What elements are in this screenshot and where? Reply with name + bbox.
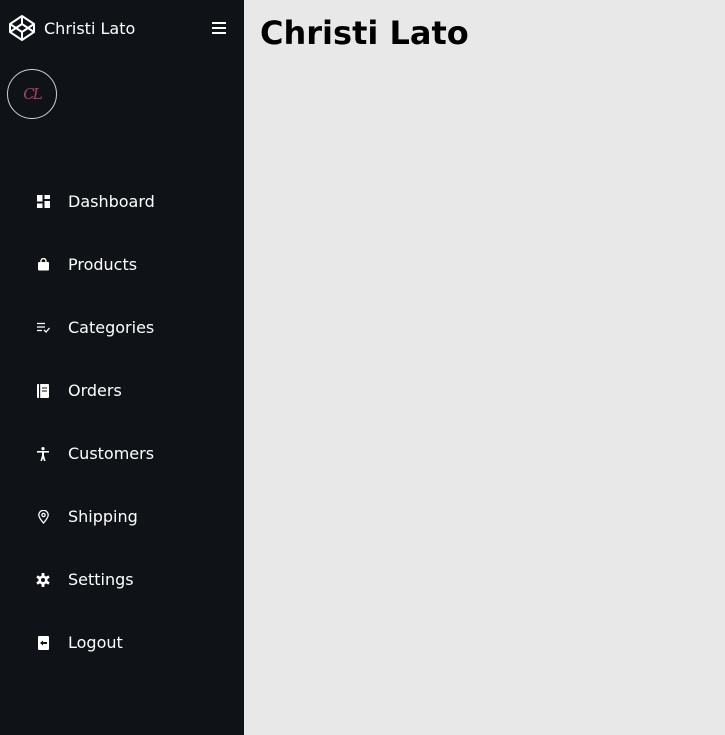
main-content: Christi Lato [244, 0, 725, 735]
sidebar-item-logout[interactable]: Logout [0, 611, 244, 674]
shopping-bag-icon [34, 256, 52, 274]
sidebar-item-categories[interactable]: Categories [0, 296, 244, 359]
sidebar-item-label: Orders [68, 381, 122, 400]
codepen-icon [8, 14, 36, 42]
avatar[interactable]: CL [7, 69, 57, 119]
sidebar-item-dashboard[interactable]: Dashboard [0, 170, 244, 233]
sidebar-item-label: Settings [68, 570, 134, 589]
brand-name: Christi Lato [44, 18, 136, 38]
page-title: Christi Lato [260, 14, 469, 52]
sidebar-item-products[interactable]: Products [0, 233, 244, 296]
brand[interactable]: Christi Lato [8, 14, 135, 42]
sidebar-item-label: Dashboard [68, 192, 155, 211]
checklist-icon [34, 319, 52, 337]
hamburger-icon [212, 19, 226, 38]
sidebar-item-label: Categories [68, 318, 155, 337]
sidebar-item-label: Shipping [68, 507, 138, 526]
sidebar-item-label: Products [68, 255, 138, 274]
location-pin-icon [34, 508, 52, 526]
sidebar-item-label: Logout [68, 633, 123, 652]
avatar-initials: CL [23, 85, 43, 103]
logout-icon [34, 634, 52, 652]
sidebar-item-label: Customers [68, 444, 155, 463]
book-icon [34, 382, 52, 400]
dashboard-icon [34, 193, 52, 211]
gear-icon [34, 571, 52, 589]
sidebar: Christi Lato CL Dashboard Products Categ… [0, 0, 244, 735]
sidebar-nav: Dashboard Products Categories Orders Cus… [0, 170, 244, 674]
sidebar-item-customers[interactable]: Customers [0, 422, 244, 485]
accessibility-icon [34, 445, 52, 463]
menu-toggle-button[interactable] [209, 18, 229, 38]
sidebar-item-settings[interactable]: Settings [0, 548, 244, 611]
sidebar-item-shipping[interactable]: Shipping [0, 485, 244, 548]
sidebar-item-orders[interactable]: Orders [0, 359, 244, 422]
